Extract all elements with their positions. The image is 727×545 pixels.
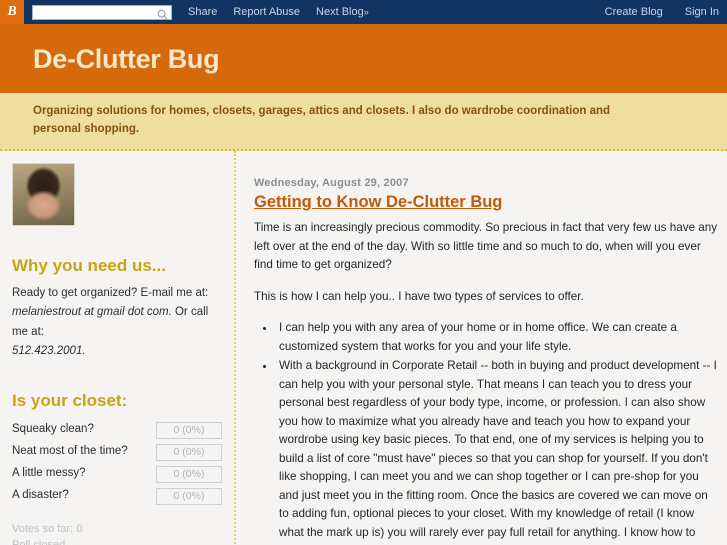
- navbar-link-create-blog[interactable]: Create Blog: [605, 6, 663, 18]
- chevron-right-icon: »: [363, 7, 369, 17]
- blog-description: Organizing solutions for homes, closets,…: [33, 105, 611, 135]
- post-title[interactable]: Getting to Know De-Clutter Bug: [254, 193, 502, 213]
- navbar-link-sign-in[interactable]: Sign In: [685, 6, 719, 18]
- post-paragraph: This is how I can help you.. I have two …: [254, 289, 584, 303]
- list-item: I can help you with any area of your hom…: [276, 319, 719, 356]
- sidebar: Why you need us... Ready to get organize…: [0, 150, 236, 545]
- poll-heading: Is your closet:: [12, 391, 128, 411]
- navbar-link-next-blog[interactable]: Next Blog»: [316, 6, 369, 18]
- poll-option-result: 0 (0%): [156, 465, 222, 483]
- contact-text: Ready to get organized? E-mail me at: me…: [12, 284, 222, 361]
- contact-phone: 512.423.2001.: [12, 344, 86, 357]
- navbar-link-share[interactable]: Share: [188, 6, 217, 18]
- post-paragraph: Time is an increasingly precious commodi…: [254, 221, 718, 272]
- navbar-left-group: B Share Report Abuse Next Blog»: [0, 0, 369, 24]
- avatar: [12, 162, 75, 226]
- post-date: Wednesday, August 29, 2007: [254, 176, 409, 189]
- blog-header-band: De-Clutter Bug: [0, 24, 727, 93]
- poll-option-label: A little messy?: [12, 467, 86, 480]
- contact-heading: Why you need us...: [12, 255, 166, 275]
- poll-option-result: 0 (0%): [156, 487, 222, 505]
- blogger-navbar: B Share Report Abuse Next Blog» Create B…: [0, 0, 727, 24]
- main-column: Wednesday, August 29, 2007 Getting to Kn…: [236, 151, 727, 544]
- poll-option-row: Neat most of the time? 0 (0%): [12, 443, 222, 461]
- navbar-link-report-abuse[interactable]: Report Abuse: [233, 6, 300, 18]
- blog-description-band: Organizing solutions for homes, closets,…: [0, 93, 727, 151]
- next-blog-label: Next Blog: [316, 6, 364, 18]
- poll-option-label: A disaster?: [12, 489, 69, 502]
- post-bullet-list: I can help you with any area of your hom…: [254, 319, 719, 543]
- contact-email: melaniestrout at gmail dot com.: [12, 306, 172, 319]
- poll-option-row: Squeaky clean? 0 (0%): [12, 421, 222, 439]
- list-item: With a background in Corporate Retail --…: [276, 357, 719, 543]
- poll-option-row: A disaster? 0 (0%): [12, 487, 222, 505]
- poll-votes-count: Votes so far: 0: [12, 522, 83, 535]
- poll-option-label: Neat most of the time?: [12, 445, 128, 458]
- blogger-logo[interactable]: B: [0, 0, 24, 24]
- poll-option-label: Squeaky clean?: [12, 423, 94, 436]
- navbar-right-group: Create Blog Sign In: [583, 6, 719, 18]
- blogger-b-icon: B: [7, 4, 17, 19]
- poll-option-result: 0 (0%): [156, 421, 222, 439]
- blog-title[interactable]: De-Clutter Bug: [33, 46, 727, 73]
- search-icon[interactable]: [157, 7, 168, 19]
- search-input[interactable]: [33, 5, 153, 19]
- contact-line-1: Ready to get organized? E-mail me at:: [12, 287, 209, 300]
- poll-option-row: A little messy? 0 (0%): [12, 465, 222, 483]
- navbar-search-box[interactable]: [32, 4, 172, 20]
- poll-status: Poll closed: [12, 538, 66, 545]
- poll-footer: Votes so far: 0 Poll closed: [12, 522, 222, 545]
- poll-option-result: 0 (0%): [156, 443, 222, 461]
- page-content: Why you need us... Ready to get organize…: [0, 150, 727, 545]
